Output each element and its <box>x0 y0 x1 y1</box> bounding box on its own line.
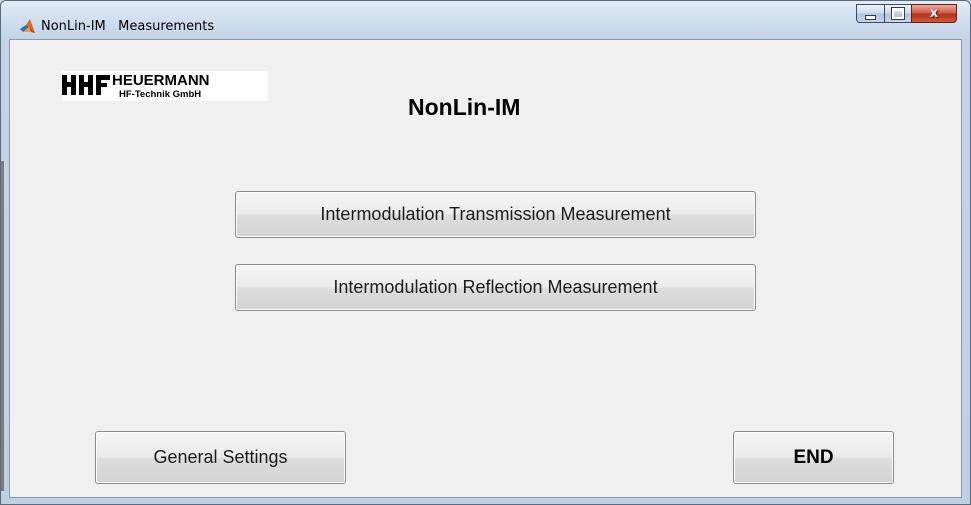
minimize-icon <box>865 14 876 20</box>
caption-buttons: x <box>856 4 957 24</box>
app-window: NonLin-IM Measurements x HEUERMANN HF-Te… <box>0 0 971 505</box>
window-left-edge <box>1 161 4 491</box>
matlab-icon <box>20 19 35 33</box>
title-bar[interactable]: NonLin-IM Measurements x <box>1 1 970 39</box>
maximize-button[interactable] <box>884 4 911 23</box>
end-button[interactable]: END <box>733 431 894 484</box>
reflection-measurement-button[interactable]: Intermodulation Reflection Measurement <box>235 264 756 311</box>
client-area: HEUERMANN HF-Technik GmbH NonLin-IM Inte… <box>9 39 962 498</box>
transmission-measurement-button[interactable]: Intermodulation Transmission Measurement <box>235 191 756 238</box>
minimize-button[interactable] <box>856 4 884 23</box>
maximize-icon <box>892 8 904 19</box>
general-settings-button[interactable]: General Settings <box>95 431 346 484</box>
close-button[interactable]: x <box>911 4 957 23</box>
heuermann-logo: HEUERMANN HF-Technik GmbH <box>62 71 268 101</box>
logo-brand-text: HEUERMANN <box>112 72 210 89</box>
window-title: NonLin-IM Measurements <box>41 19 215 34</box>
app-heading: NonLin-IM <box>408 94 521 120</box>
logo-company-text: HF-Technik GmbH <box>119 89 201 100</box>
close-icon: x <box>929 6 939 21</box>
